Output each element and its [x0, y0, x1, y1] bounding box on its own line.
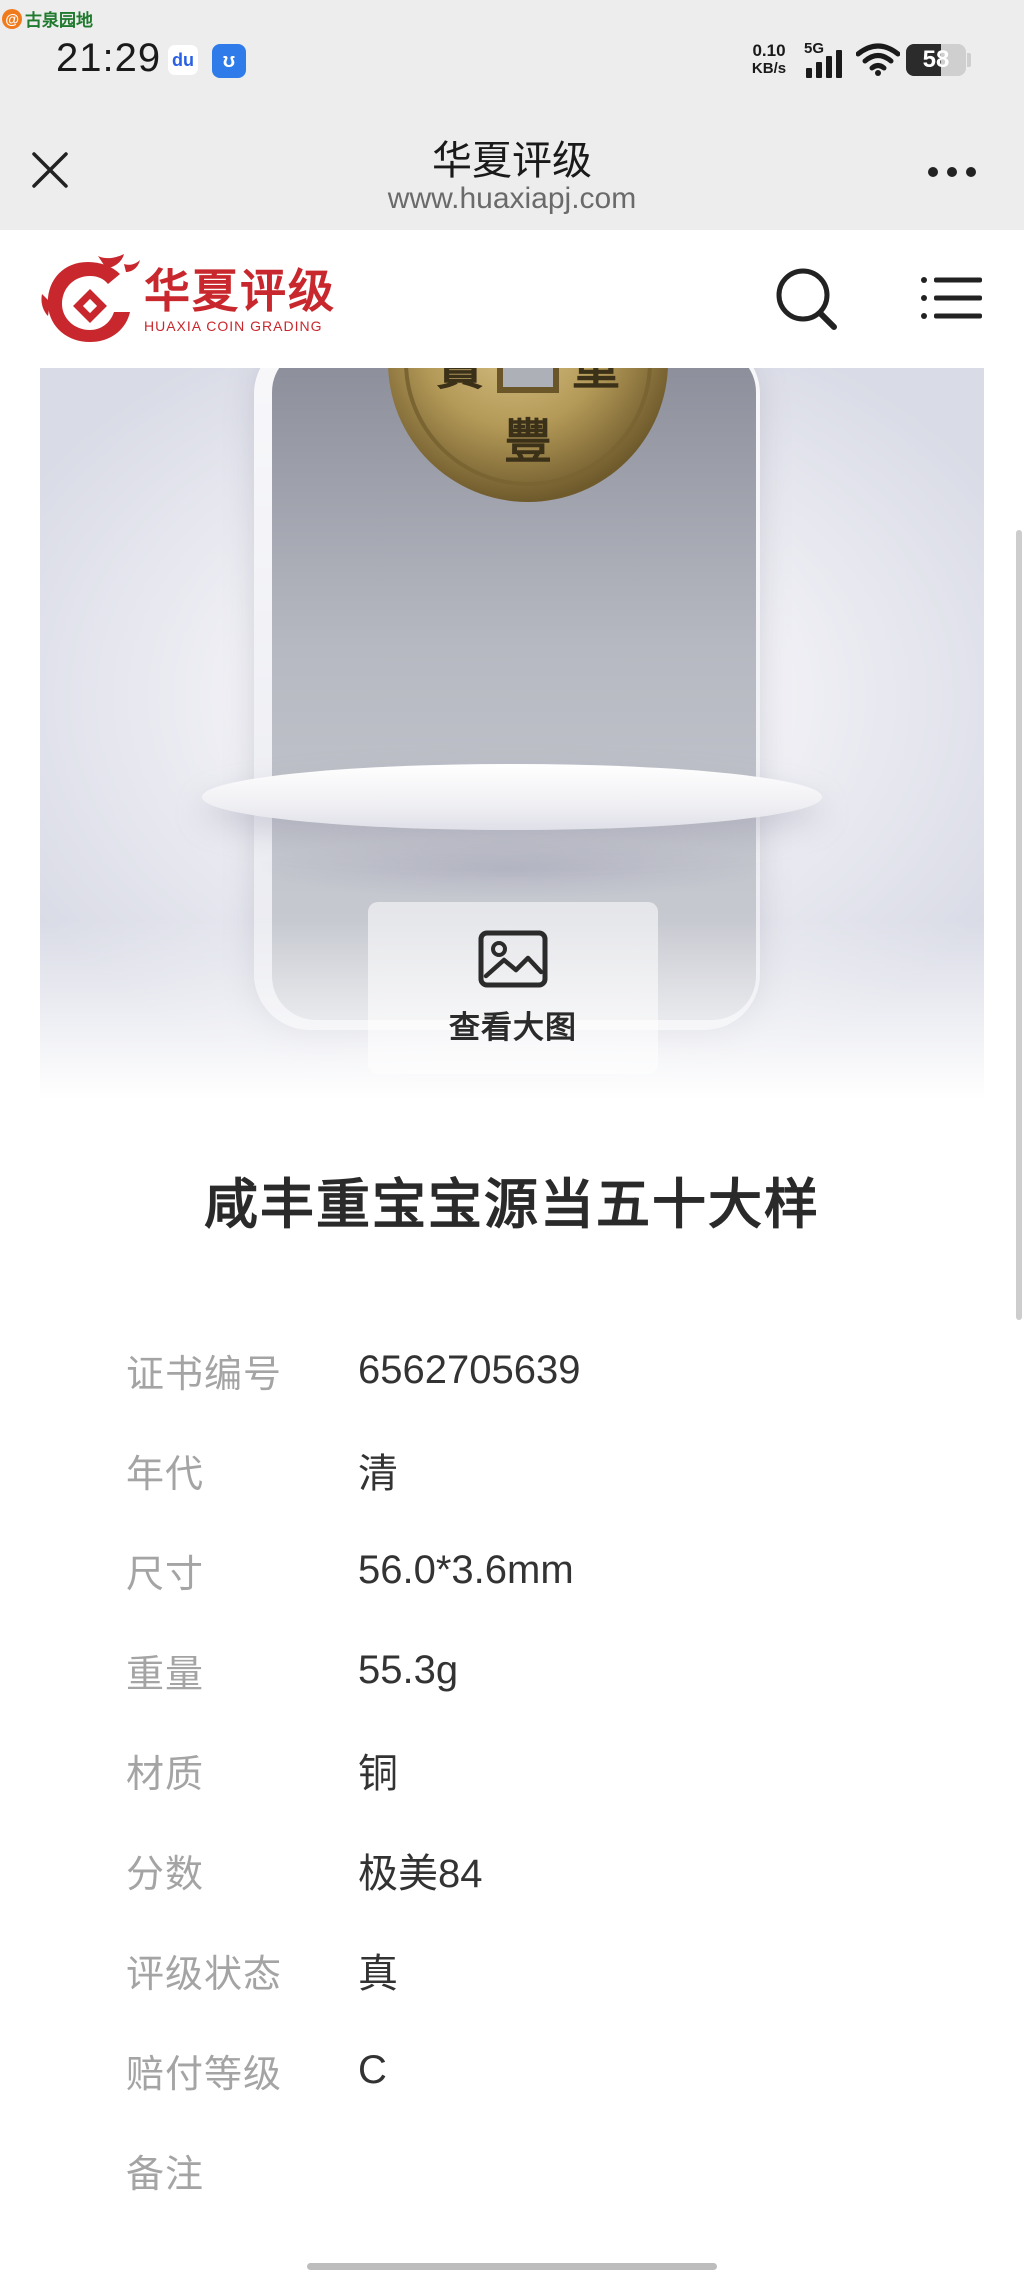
svg-text:寶: 寶: [436, 368, 484, 396]
product-title: 咸丰重宝宝源当五十大样: [204, 1175, 820, 1235]
info-label: 年代: [126, 1453, 205, 1496]
menu-icon: [921, 277, 982, 319]
info-label: 重量: [126, 1653, 205, 1696]
battery-level: 58: [922, 46, 950, 73]
info-row-era: 年代 清: [126, 1420, 946, 1520]
browser-url: www.huaxiapj.com: [387, 182, 637, 215]
signal-bar: [836, 50, 842, 78]
status-bar: @ 古泉园地 21:29 du ʊ 0.10 KB/s 5G 58: [0, 0, 1024, 120]
browser-title: 华夏评级: [432, 139, 592, 183]
info-value: 真: [358, 1952, 398, 1996]
info-value: C: [358, 2047, 387, 2092]
status-time: 21:29: [56, 36, 162, 80]
info-row-remarks: 备注: [126, 2120, 946, 2220]
svg-text:重: 重: [572, 368, 620, 396]
info-value: 极美84: [358, 1852, 483, 1896]
network-speed-value: 0.10: [752, 41, 786, 60]
signal-bar: [806, 68, 812, 78]
cellular-signal-icon: 5G: [804, 40, 848, 80]
menu-button[interactable]: [918, 268, 984, 328]
pedestal-shadow: [250, 838, 770, 898]
certificate-info-list: 证书编号 6562705639 年代 清 尺寸 56.0*3.6mm 重量 55…: [126, 1320, 946, 2220]
battery-icon: 58: [906, 44, 966, 76]
svg-text:豐: 豐: [504, 414, 552, 470]
watermark-logo-icon: @: [2, 8, 22, 29]
watermark-text: 古泉园地: [25, 11, 93, 30]
more-options-button[interactable]: [920, 148, 984, 196]
site-header: 华夏评级 HUAXIA COIN GRADING: [0, 230, 1024, 368]
info-label: 备注: [126, 2153, 205, 2196]
info-value: 铜: [358, 1752, 398, 1796]
signal-bar: [816, 62, 822, 78]
battery-tip: [967, 53, 971, 67]
watermark: @ 古泉园地: [2, 6, 93, 31]
browser-header: 华夏评级 www.huaxiapj.com: [0, 120, 1024, 230]
page-scrollbar[interactable]: [1016, 530, 1022, 1320]
logo-en: HUAXIA COIN GRADING: [144, 318, 323, 334]
baidu-paw-icon: du: [168, 45, 198, 75]
more-dots-icon: [928, 167, 976, 177]
home-indicator[interactable]: [307, 2263, 717, 2270]
info-row-compensation-level: 赔付等级 C: [126, 2020, 946, 2120]
network-type: 5G: [804, 40, 825, 57]
info-row-grading-status: 评级状态 真: [126, 1920, 946, 2020]
info-value: 56.0*3.6mm: [358, 1547, 574, 1592]
network-speed: 0.10 KB/s: [745, 42, 793, 78]
info-row-weight: 重量 55.3g: [126, 1620, 946, 1720]
info-label: 证书编号: [126, 1353, 283, 1396]
info-row-size: 尺寸 56.0*3.6mm: [126, 1520, 946, 1620]
info-label: 分数: [126, 1853, 205, 1896]
info-label: 尺寸: [126, 1553, 205, 1596]
logo-text: 华夏评级 HUAXIA COIN GRADING: [144, 266, 336, 334]
dragon-logo-icon: [41, 254, 140, 342]
logo-cn: 华夏评级: [144, 265, 336, 317]
info-value: 清: [358, 1452, 398, 1496]
signal-bar: [826, 56, 832, 78]
view-large-image-button[interactable]: 查看大图: [368, 902, 658, 1074]
info-row-certificate-number: 证书编号 6562705639: [126, 1320, 946, 1420]
info-label: 材质: [126, 1753, 205, 1796]
view-large-label: 查看大图: [449, 1009, 577, 1045]
info-label: 赔付等级: [126, 2053, 283, 2096]
search-icon: [776, 268, 837, 330]
info-row-material: 材质 铜: [126, 1720, 946, 1820]
info-value: 6562705639: [358, 1347, 581, 1392]
info-row-score: 分数 极美84: [126, 1820, 946, 1920]
info-label: 评级状态: [126, 1953, 283, 1996]
display-pedestal: [202, 764, 822, 830]
info-value: 55.3g: [358, 1647, 459, 1692]
site-logo[interactable]: 华夏评级 HUAXIA COIN GRADING: [40, 254, 336, 346]
search-button[interactable]: [772, 264, 842, 334]
blue-app-icon: ʊ: [212, 44, 246, 78]
wifi-icon: [855, 42, 901, 81]
product-image[interactable]: 重 豐 寶 查看大图: [40, 368, 984, 1100]
image-icon: [478, 930, 548, 987]
network-speed-unit: KB/s: [751, 60, 787, 77]
